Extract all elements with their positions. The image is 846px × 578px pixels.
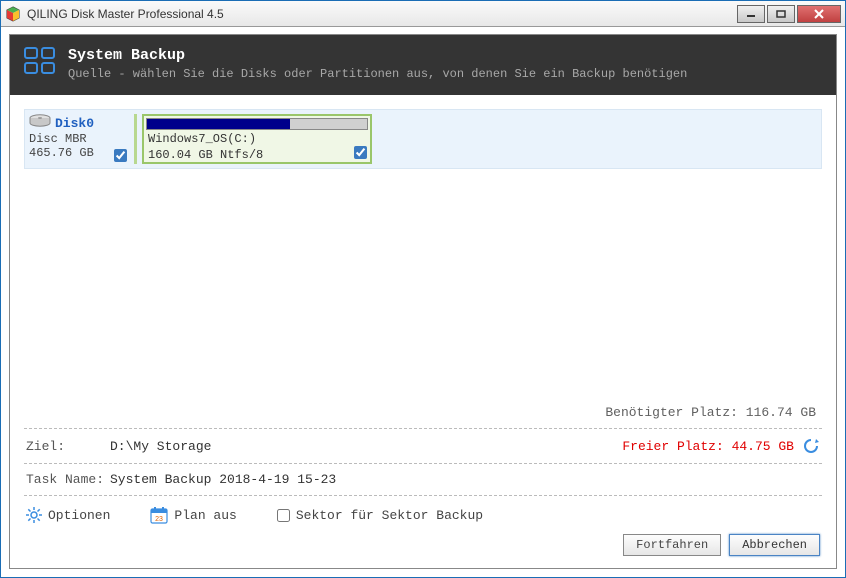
schedule-label: Plan aus [174,508,236,523]
close-button[interactable] [797,5,841,23]
disk-block[interactable]: Disk0 Disc MBR 465.76 GB [29,114,129,164]
partition-info: 160.04 GB Ntfs/8 [144,146,370,162]
task-name-label: Task Name: [26,472,110,487]
destination-path[interactable]: D:\My Storage [110,439,622,454]
gear-icon [26,507,42,523]
disk-selection-area: Disk0 Disc MBR 465.76 GB Windows7_OS(C:)… [24,109,822,169]
disk-type: Disc MBR [29,132,129,146]
schedule-button[interactable]: 23 Plan aus [150,506,236,524]
footer-buttons: Fortfahren Abbrechen [24,524,822,558]
window-controls [737,5,841,23]
destination-row: Ziel: D:\My Storage Freier Platz: 44.75 … [24,428,822,463]
window-title: QILING Disk Master Professional 4.5 [27,7,737,21]
required-space-label: Benötigter Platz: [605,405,738,420]
page-title: System Backup [68,47,687,64]
partition-label: Windows7_OS(C:) [144,130,370,146]
backup-icon [24,47,56,75]
page-header: System Backup Quelle - wählen Sie die Di… [10,35,836,95]
continue-button[interactable]: Fortfahren [623,534,721,556]
sector-backup-option[interactable]: Sektor für Sektor Backup [277,508,483,523]
svg-text:23: 23 [156,516,164,523]
partition-divider [134,114,137,164]
maximize-button[interactable] [767,5,795,23]
partition-block[interactable]: Windows7_OS(C:) 160.04 GB Ntfs/8 [142,114,372,164]
sector-checkbox[interactable] [277,509,290,522]
partition-checkbox[interactable] [354,146,367,159]
options-label: Optionen [48,508,110,523]
options-row: Optionen 23 Plan aus Sektor für Sektor B… [24,495,822,524]
minimize-button[interactable] [737,5,765,23]
required-space-row: Benötigter Platz: 116.74 GB [24,401,822,428]
task-name-value[interactable]: System Backup 2018-4-19 15-23 [110,472,820,487]
disk-checkbox[interactable] [114,149,127,162]
hdd-icon [29,114,51,132]
cancel-button[interactable]: Abbrechen [729,534,820,556]
destination-label: Ziel: [26,439,110,454]
options-button[interactable]: Optionen [26,507,110,523]
free-space: Freier Platz: 44.75 GB [622,439,794,454]
required-space-value: 116.74 GB [746,405,816,420]
refresh-icon[interactable] [802,437,820,455]
page-subtitle: Quelle - wählen Sie die Disks oder Parti… [68,67,687,81]
calendar-icon: 23 [150,506,168,524]
partition-usage-bar [146,118,368,130]
titlebar: QILING Disk Master Professional 4.5 [1,1,845,27]
sector-label: Sektor für Sektor Backup [296,508,483,523]
task-name-row: Task Name: System Backup 2018-4-19 15-23 [24,463,822,495]
disk-name: Disk0 [55,116,94,131]
app-icon [5,6,21,22]
